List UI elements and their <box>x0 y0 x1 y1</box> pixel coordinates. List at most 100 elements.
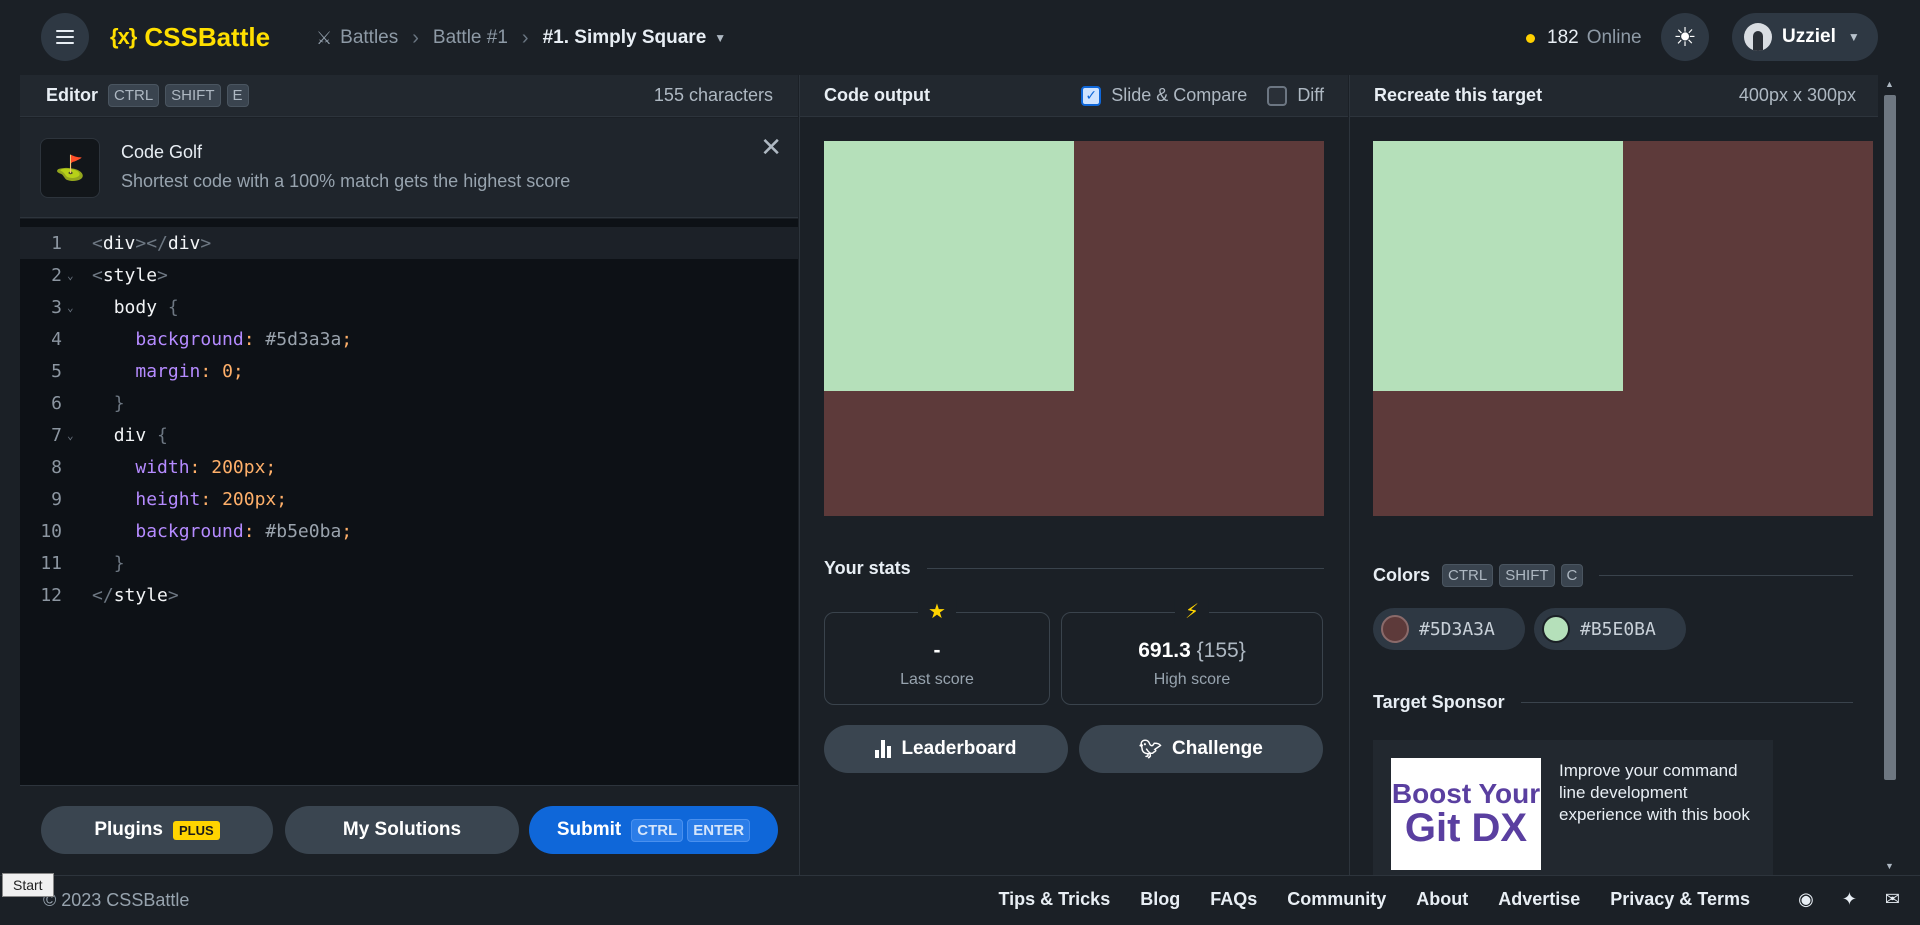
breadcrumb-battles[interactable]: Battles <box>340 27 398 49</box>
your-stats-heading: Your stats <box>824 558 1324 579</box>
footer-link-blog[interactable]: Blog <box>1140 889 1180 910</box>
code-text: background: #5d3a3a; <box>135 328 353 350</box>
mail-icon[interactable]: ✉ <box>1885 889 1900 910</box>
line-number: 1 <box>51 232 62 254</box>
online-label: Online <box>1586 27 1642 48</box>
footer-link-tips[interactable]: Tips & Tricks <box>998 889 1110 910</box>
output-header: Code output ✓ Slide & Compare Diff <box>800 75 1348 117</box>
editor-title: Editor <box>46 85 98 105</box>
target-header: Recreate this target 400px x 300px <box>1350 75 1878 117</box>
code-line: 4 background: #5d3a3a; <box>20 323 798 355</box>
top-bar: {x} CSSBattle ⚔ Battles › Battle #1 › #1… <box>0 0 1920 75</box>
target-canvas <box>1373 141 1873 516</box>
pane-divider[interactable] <box>799 75 800 875</box>
line-number: 12 <box>40 584 62 606</box>
submit-label: Submit <box>556 819 622 840</box>
sun-icon: ☀ <box>1673 21 1697 52</box>
footer-link-privacy[interactable]: Privacy & Terms <box>1610 889 1750 910</box>
plugins-button[interactable]: Plugins PLUS <box>41 806 273 854</box>
last-score-card: ★ - Last score <box>824 599 1050 705</box>
colors-heading: Colors CTRL SHIFT C <box>1373 564 1853 587</box>
target-size: 400px x 300px <box>1738 85 1856 105</box>
theme-toggle-button[interactable]: ☀ <box>1661 13 1709 61</box>
twitter-icon[interactable]: ✦ <box>1842 889 1857 910</box>
submit-button[interactable]: Submit CTRL ENTER <box>529 806 778 854</box>
leaderboard-button[interactable]: Leaderboard <box>824 725 1068 773</box>
code-output-canvas[interactable] <box>824 141 1324 516</box>
high-score-label: High score <box>1153 671 1231 688</box>
last-score-value: - <box>933 639 941 662</box>
code-text: <div></div> <box>92 232 212 254</box>
line-number: 8 <box>51 456 62 478</box>
scroll-down-icon[interactable]: ▼ <box>1885 861 1894 871</box>
colors-title: Colors <box>1373 565 1431 585</box>
fold-chevron-icon[interactable]: ⌄ <box>67 269 79 282</box>
checkbox-unchecked-icon[interactable] <box>1267 85 1288 106</box>
editor-footer: Plugins PLUS My Solutions Submit CTRL EN… <box>20 785 798 875</box>
code-line: 11 } <box>20 547 798 579</box>
kbd-key: SHIFT <box>165 84 221 107</box>
scroll-up-icon[interactable]: ▲ <box>1885 79 1894 89</box>
fold-chevron-icon[interactable]: ⌄ <box>67 301 79 314</box>
golf-flag-icon: ⛳ <box>40 138 100 198</box>
target-selector[interactable]: #1. Simply Square ▼ <box>543 27 727 49</box>
character-count: 155 characters <box>653 85 773 105</box>
footer-link-faqs[interactable]: FAQs <box>1210 889 1257 910</box>
online-count: 182 <box>1547 27 1579 48</box>
sponsor-card[interactable]: Boost Your Git DX Improve your command l… <box>1373 740 1773 875</box>
kbd-key: E <box>226 84 249 107</box>
footer-link-advertise[interactable]: Advertise <box>1498 889 1580 910</box>
kbd-key: ENTER <box>687 818 751 842</box>
footer-link-about[interactable]: About <box>1416 889 1468 910</box>
line-number: 5 <box>51 360 62 382</box>
scroll-thumb[interactable] <box>1884 95 1896 780</box>
output-square <box>824 141 1074 391</box>
footer-link-community[interactable]: Community <box>1287 889 1386 910</box>
kbd-key: CTRL <box>1442 564 1494 587</box>
swatch-dot <box>1542 615 1570 643</box>
start-tooltip: Start <box>2 873 54 897</box>
star-icon: ★ <box>918 599 956 624</box>
high-score-number: 691.3 <box>1138 639 1191 662</box>
breadcrumb: ⚔ Battles › Battle #1 › #1. Simply Squar… <box>316 24 726 52</box>
copyright: © 2023 CSSBattle <box>43 890 190 910</box>
plugins-label: Plugins <box>94 819 163 840</box>
code-text: margin: 0; <box>135 360 244 382</box>
kbd-key: CTRL <box>108 84 160 107</box>
online-indicator: 182 Online <box>1526 24 1642 52</box>
sponsor-title: Target Sponsor <box>1373 692 1505 712</box>
user-menu-button[interactable]: Uzziel ▼ <box>1732 13 1878 61</box>
code-text: height: 200px; <box>135 488 288 510</box>
close-icon[interactable]: ✕ <box>760 132 782 163</box>
hamburger-menu-button[interactable] <box>41 13 89 61</box>
code-editor[interactable]: 1 <div></div> 2 ⌄ <style> 3 ⌄ body { 4 bac… <box>20 219 798 785</box>
fold-chevron-icon[interactable]: ⌄ <box>67 429 79 442</box>
cssbattle-logo[interactable]: {x} CSSBattle <box>110 20 270 54</box>
slide-compare-label: Slide & Compare <box>1111 85 1248 105</box>
slide-compare-toggle[interactable]: ✓ Slide & Compare <box>1081 85 1247 106</box>
code-text: } <box>113 392 125 414</box>
color-swatch[interactable]: #5D3A3A <box>1373 608 1525 650</box>
divider <box>926 568 1324 569</box>
line-number: 2 <box>51 264 62 286</box>
high-score-value: 691.3 {155} <box>1062 639 1322 663</box>
swatch-hex: #B5E0BA <box>1580 618 1656 640</box>
discord-icon[interactable]: ◉ <box>1798 889 1814 910</box>
my-solutions-button[interactable]: My Solutions <box>285 806 519 854</box>
breadcrumb-battle[interactable]: Battle #1 <box>433 27 508 49</box>
challenge-button[interactable]: 🐦︎ Challenge <box>1079 725 1323 773</box>
code-text: </style> <box>92 584 179 606</box>
code-line: 8 width: 200px; <box>20 451 798 483</box>
footer: © 2023 CSSBattle Tips & Tricks Blog FAQs… <box>0 875 1920 925</box>
code-text: body { <box>113 296 179 318</box>
output-title: Code output <box>824 85 930 105</box>
diff-toggle[interactable]: Diff <box>1267 85 1324 106</box>
scrollbar[interactable]: ▲ ▼ <box>1880 75 1900 875</box>
line-number: 7 <box>51 424 62 446</box>
pane-divider[interactable] <box>1349 75 1350 875</box>
checkbox-checked-icon[interactable]: ✓ <box>1081 85 1102 106</box>
sponsor-text: Improve your command line development ex… <box>1559 761 1750 825</box>
code-line: 7 ⌄ div { <box>20 419 798 451</box>
plus-badge: PLUS <box>172 820 220 840</box>
color-swatch[interactable]: #B5E0BA <box>1534 608 1686 650</box>
